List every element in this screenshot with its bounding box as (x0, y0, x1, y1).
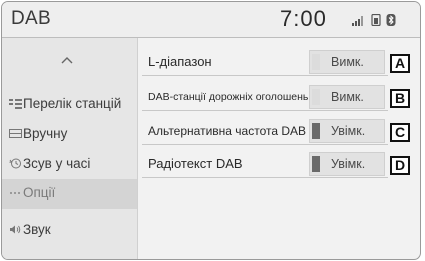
sidebar-divider (137, 38, 138, 259)
option-label: Альтернативна частота DAB (148, 124, 307, 138)
option-toggle[interactable]: Увімк. (309, 119, 385, 143)
toggle-indicator (312, 54, 320, 70)
manual-tune-icon (9, 129, 22, 138)
sidebar: Перелік станцій Вручну Зсув у часі Опції… (2, 38, 137, 259)
sidebar-item-manual[interactable]: Вручну (2, 120, 137, 148)
sidebar-item-options[interactable]: Опції (2, 179, 137, 209)
page-title: DAB (11, 8, 51, 29)
toggle-label: Увімк. (331, 124, 366, 138)
sidebar-item-label: Зсув у часі (23, 156, 91, 171)
option-row-traffic-announcements[interactable]: DAB-станції дорожніх оголошень Вимк. (142, 83, 388, 111)
row-divider (142, 177, 388, 178)
toggle-indicator (312, 156, 320, 172)
sidebar-item-label: Перелік станцій (23, 96, 122, 111)
phone-battery-icon (371, 14, 381, 26)
option-toggle[interactable]: Увімк. (309, 152, 385, 176)
sidebar-item-sound[interactable]: Звук (2, 216, 137, 244)
toggle-label: Вимк. (331, 55, 364, 69)
signal-bars-icon (352, 16, 363, 26)
speaker-icon (10, 225, 21, 234)
option-label: DAB-станції дорожніх оголошень (148, 91, 309, 103)
option-label: L-діапазон (148, 54, 212, 69)
sidebar-item-label: Звук (23, 222, 51, 237)
row-divider (142, 75, 388, 76)
sidebar-item-time-shift[interactable]: Зсув у часі (2, 150, 137, 178)
sidebar-item-label: Опції (23, 185, 56, 200)
option-row-radiotext[interactable]: Радіотекст DAB Увімк. (142, 150, 388, 178)
sidebar-item-label: Вручну (23, 126, 68, 141)
chevron-up-icon[interactable] (57, 54, 77, 66)
display-frame: DAB 7:00 Перелік станцій Вручну Зсув у ч… (1, 1, 421, 260)
option-toggle[interactable]: Вимк. (309, 50, 385, 74)
option-row-alt-frequency[interactable]: Альтернативна частота DAB Увімк. (142, 117, 388, 145)
time-shift-icon (9, 158, 21, 169)
toggle-label: Увімк. (331, 157, 366, 171)
row-divider (142, 110, 388, 111)
sidebar-item-station-list[interactable]: Перелік станцій (2, 90, 137, 118)
option-toggle[interactable]: Вимк. (309, 85, 385, 109)
toggle-label: Вимк. (331, 90, 364, 104)
callout-label: D (390, 156, 410, 175)
screen: DAB 7:00 Перелік станцій Вручну Зсув у ч… (0, 0, 425, 261)
option-label: Радіотекст DAB (148, 156, 243, 171)
options-dots-icon (10, 192, 20, 194)
toggle-indicator (312, 123, 320, 139)
option-row-l-band[interactable]: L-діапазон Вимк. (142, 48, 388, 76)
callout-label: B (390, 89, 410, 108)
row-divider (142, 144, 388, 145)
callout-label: A (390, 54, 410, 73)
toggle-indicator (312, 89, 320, 105)
callout-label: C (390, 123, 410, 142)
bluetooth-icon (386, 14, 396, 26)
header-bar: DAB 7:00 (2, 2, 420, 38)
clock: 7:00 (280, 6, 327, 31)
station-list-icon (9, 99, 22, 109)
